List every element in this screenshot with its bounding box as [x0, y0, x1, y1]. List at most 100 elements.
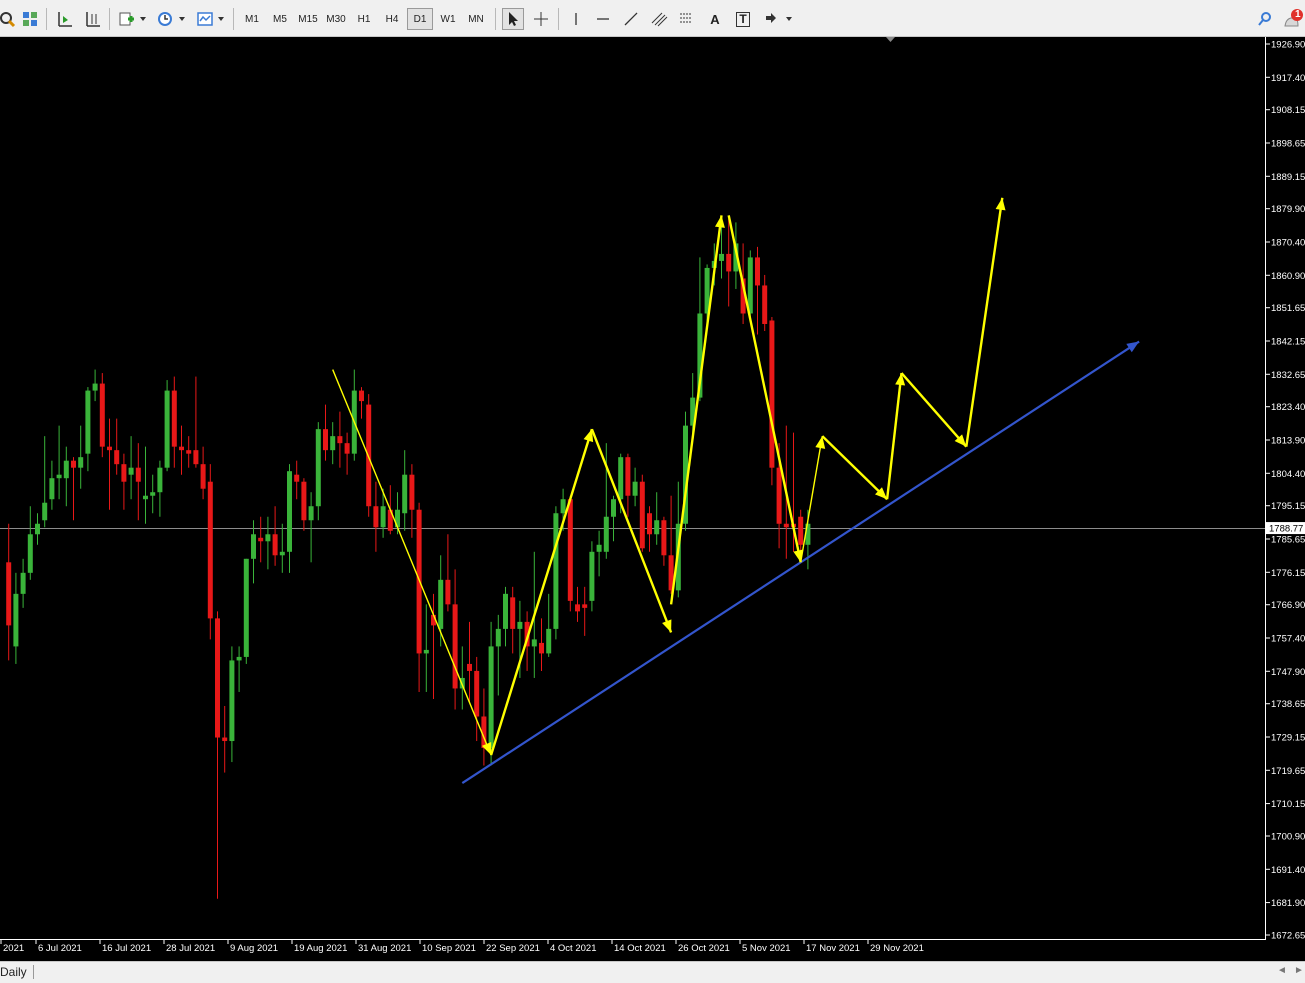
price-chart[interactable]: 1926.90 1917.40 1908.15 1898.65 1889.15 1879.…	[0, 37, 1305, 961]
candle-body	[99, 383, 105, 447]
candle-body	[207, 481, 213, 619]
chart-tab-daily[interactable]: Daily	[0, 965, 34, 979]
fibonacci-icon[interactable]	[676, 8, 698, 30]
chevron-down-icon[interactable]	[177, 8, 187, 30]
zoom-icon[interactable]	[0, 8, 18, 30]
candle-body	[42, 502, 48, 521]
arrows-icon[interactable]	[760, 8, 782, 30]
candle-body	[783, 523, 789, 528]
candle-body	[215, 618, 220, 738]
text-label-button[interactable]: T	[732, 8, 754, 30]
x-tick-label: 6 Jul 2021	[38, 943, 82, 954]
y-tick-label: 1738.65	[1271, 699, 1305, 710]
candle-body	[654, 520, 660, 535]
chart-shift-icon[interactable]	[82, 8, 104, 30]
y-tick-label: 1898.65	[1271, 139, 1305, 150]
candle-body	[452, 604, 458, 689]
new-order-icon[interactable]	[116, 8, 138, 30]
candle-body	[553, 513, 559, 629]
candle-body	[279, 551, 285, 556]
candle-body	[128, 467, 134, 475]
x-tick-label: 19 Aug 2021	[294, 943, 347, 954]
clock-icon[interactable]	[154, 8, 176, 30]
timeframe-m1-button[interactable]: M1	[239, 8, 265, 30]
candle-body	[287, 471, 292, 552]
candle-body	[92, 383, 98, 391]
timeframe-d1-button[interactable]: D1	[407, 8, 433, 30]
candle-body	[776, 467, 782, 524]
candle-body	[726, 253, 732, 272]
candle-body	[308, 506, 314, 521]
timeframe-w1-button[interactable]: W1	[435, 8, 461, 30]
x-tick-label: 14 Oct 2021	[614, 943, 666, 954]
timeframe-m5-button[interactable]: M5	[267, 8, 293, 30]
horizontal-line-icon[interactable]	[592, 8, 614, 30]
candle-body	[85, 390, 91, 454]
candle-body	[20, 572, 26, 594]
candle-body	[157, 467, 163, 493]
cursor-icon[interactable]	[502, 8, 524, 30]
candle-body	[63, 460, 69, 479]
candle-body	[380, 506, 386, 528]
candle-body	[135, 467, 141, 482]
x-tick-label: 9 Aug 2021	[230, 943, 278, 954]
y-tick-label: 1804.40	[1271, 469, 1305, 480]
candle-body	[402, 474, 408, 514]
y-tick-label: 1747.90	[1271, 667, 1305, 678]
timeframe-h1-button[interactable]: H1	[351, 8, 377, 30]
notifications-icon[interactable]: 1	[1282, 8, 1304, 30]
candle-body	[315, 429, 321, 507]
candle-body	[359, 390, 364, 402]
candle-body	[330, 436, 336, 451]
search-icon[interactable]	[1254, 8, 1276, 30]
auto-scroll-icon[interactable]	[54, 8, 76, 30]
candle-body	[114, 450, 120, 465]
timeframe-h4-button[interactable]: H4	[379, 8, 405, 30]
x-tick-label: 26 Oct 2021	[678, 943, 730, 954]
candle-body	[603, 516, 609, 552]
channel-icon[interactable]	[648, 8, 670, 30]
templates-icon[interactable]	[194, 8, 216, 30]
scroll-right-icon[interactable]: ►	[1294, 965, 1304, 976]
candle-body	[56, 474, 62, 479]
y-tick-label: 1785.65	[1271, 535, 1305, 546]
y-tick-label: 1823.40	[1271, 402, 1305, 413]
y-tick-label: 1795.15	[1271, 501, 1305, 512]
text-tool-button[interactable]: A	[704, 8, 726, 30]
chevron-down-icon[interactable]	[138, 8, 148, 30]
candle-body	[769, 320, 775, 468]
trendline-icon[interactable]	[620, 8, 642, 30]
candle-body	[258, 537, 264, 542]
tile-windows-icon[interactable]	[19, 8, 41, 30]
candle-body	[193, 450, 199, 465]
candle-body	[236, 656, 242, 661]
timeframe-mn-button[interactable]: MN	[463, 8, 489, 30]
candle-body	[503, 593, 508, 629]
notification-count: 1	[1295, 9, 1301, 20]
timeframe-m30-button[interactable]: M30	[323, 8, 349, 30]
y-tick-label: 1926.90	[1271, 40, 1305, 51]
candle-body	[251, 534, 256, 559]
candle-body	[35, 523, 40, 535]
scroll-left-icon[interactable]: ◄	[1277, 965, 1287, 976]
candle-body	[798, 516, 804, 545]
candle-body	[661, 520, 667, 556]
chevron-down-icon[interactable]	[784, 8, 794, 30]
candle-body	[323, 429, 328, 451]
candle-body	[510, 597, 516, 629]
y-tick-label: 1889.15	[1271, 172, 1305, 183]
candle-body	[445, 579, 451, 605]
timeframe-m15-button[interactable]: M15	[295, 8, 321, 30]
crosshair-icon[interactable]	[530, 8, 552, 30]
chart-canvas[interactable]: 1926.90 1917.40 1908.15 1898.65 1889.15 1879.…	[0, 37, 1305, 961]
candle-body	[611, 499, 616, 517]
chevron-down-icon[interactable]	[216, 8, 226, 30]
y-tick-label: 1917.40	[1271, 73, 1305, 84]
candle-body	[495, 628, 501, 647]
candle-body	[294, 474, 300, 482]
y-tick-label: 1870.40	[1271, 238, 1305, 249]
vertical-line-icon[interactable]	[565, 8, 587, 30]
y-tick-label: 1813.90	[1271, 436, 1305, 447]
y-tick-label: 1776.15	[1271, 568, 1305, 579]
x-tick-label: 5 Nov 2021	[742, 943, 791, 954]
